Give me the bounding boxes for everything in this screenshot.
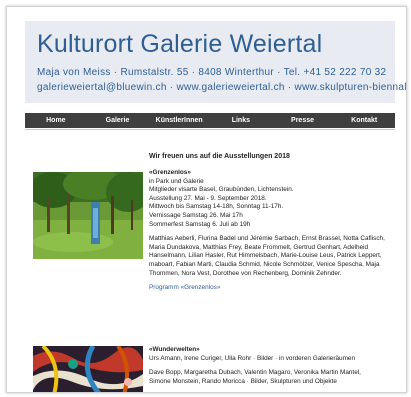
program-link[interactable]: Programm «Grenzenlos»	[149, 284, 220, 291]
exhibition-info-line: Mitglieder visarte Basel, Graubünden, Li…	[149, 186, 294, 194]
exhibition-title: «Wunderwelten»	[149, 346, 200, 353]
exhibition-image-painting[interactable]	[33, 346, 143, 392]
artists-line: Hanselmann, Lilian Hasler, Rut Himmelsba…	[149, 252, 382, 260]
exhibition-title: «Grenzenlos»	[149, 169, 191, 176]
main-navigation: Home Galerie KünstlerInnen Links Presse …	[25, 113, 395, 128]
site-title[interactable]: Kulturort Galerie Weiertal	[37, 30, 322, 59]
exhibition-grenzenlos: «Grenzenlos» in Park und Galerie Mitglie…	[149, 169, 389, 293]
page-heading: Wir freuen uns auf die Ausstellungen 201…	[149, 153, 290, 160]
nav-presse[interactable]: Presse	[272, 113, 334, 128]
nav-home[interactable]: Home	[25, 113, 87, 128]
artists-line: Maria Dundakova, Matthias Frey, Beate Fr…	[149, 243, 369, 251]
contact-line-web[interactable]: galerieweiertal@bluewin.ch · www.galerie…	[37, 82, 406, 93]
exhibition-info-line: Dave Bopp, Margaretha Dubach, Valentin M…	[149, 369, 361, 377]
exhibition-info-line: Simone Monstein, Rando Moricca · Bilder,…	[149, 377, 337, 385]
exhibition-info-line: Vernissage Samstag 26. Mai 17h	[149, 211, 243, 219]
nav-kuenstlerinnen[interactable]: KünstlerInnen	[148, 113, 210, 128]
nav-kontakt[interactable]: Kontakt	[333, 113, 395, 128]
site-header: Kulturort Galerie Weiertal Maja von Meis…	[25, 21, 406, 103]
nav-galerie[interactable]: Galerie	[87, 113, 149, 128]
exhibition-image-park[interactable]	[33, 172, 143, 259]
exhibition-info-line: Ausstellung 27. Mai - 9. September 2018.	[149, 194, 267, 202]
exhibition-info-line: Sommerfest Samstag 6. Juli ab 19h	[149, 220, 251, 228]
browser-frame: Kulturort Galerie Weiertal Maja von Meis…	[6, 6, 407, 393]
nav-divider	[25, 129, 395, 130]
artists-line: maboart, Fabian Marti, Claudia Schmid, N…	[149, 260, 380, 268]
contact-line-address: Maja von Meiss · Rumstalstr. 55 · 8408 W…	[37, 67, 387, 78]
artists-line: Thommen, Nora Vest, Dorothee von Rechenb…	[149, 269, 342, 277]
exhibition-info-line: Urs Amann, Irene Curiger, Ulla Rohr · Bi…	[149, 354, 356, 362]
exhibition-wunderwelten: «Wunderwelten» Urs Amann, Irene Curiger,…	[149, 346, 389, 386]
exhibition-info-line: in Park und Galerie	[149, 177, 204, 185]
artists-line: Matthias Aeberli, Flurina Badel und Jéré…	[149, 235, 385, 243]
exhibition-info-line: Mittwoch bis Samstag 14-18h, Sonntag 11-…	[149, 203, 284, 211]
nav-links[interactable]: Links	[210, 113, 272, 128]
